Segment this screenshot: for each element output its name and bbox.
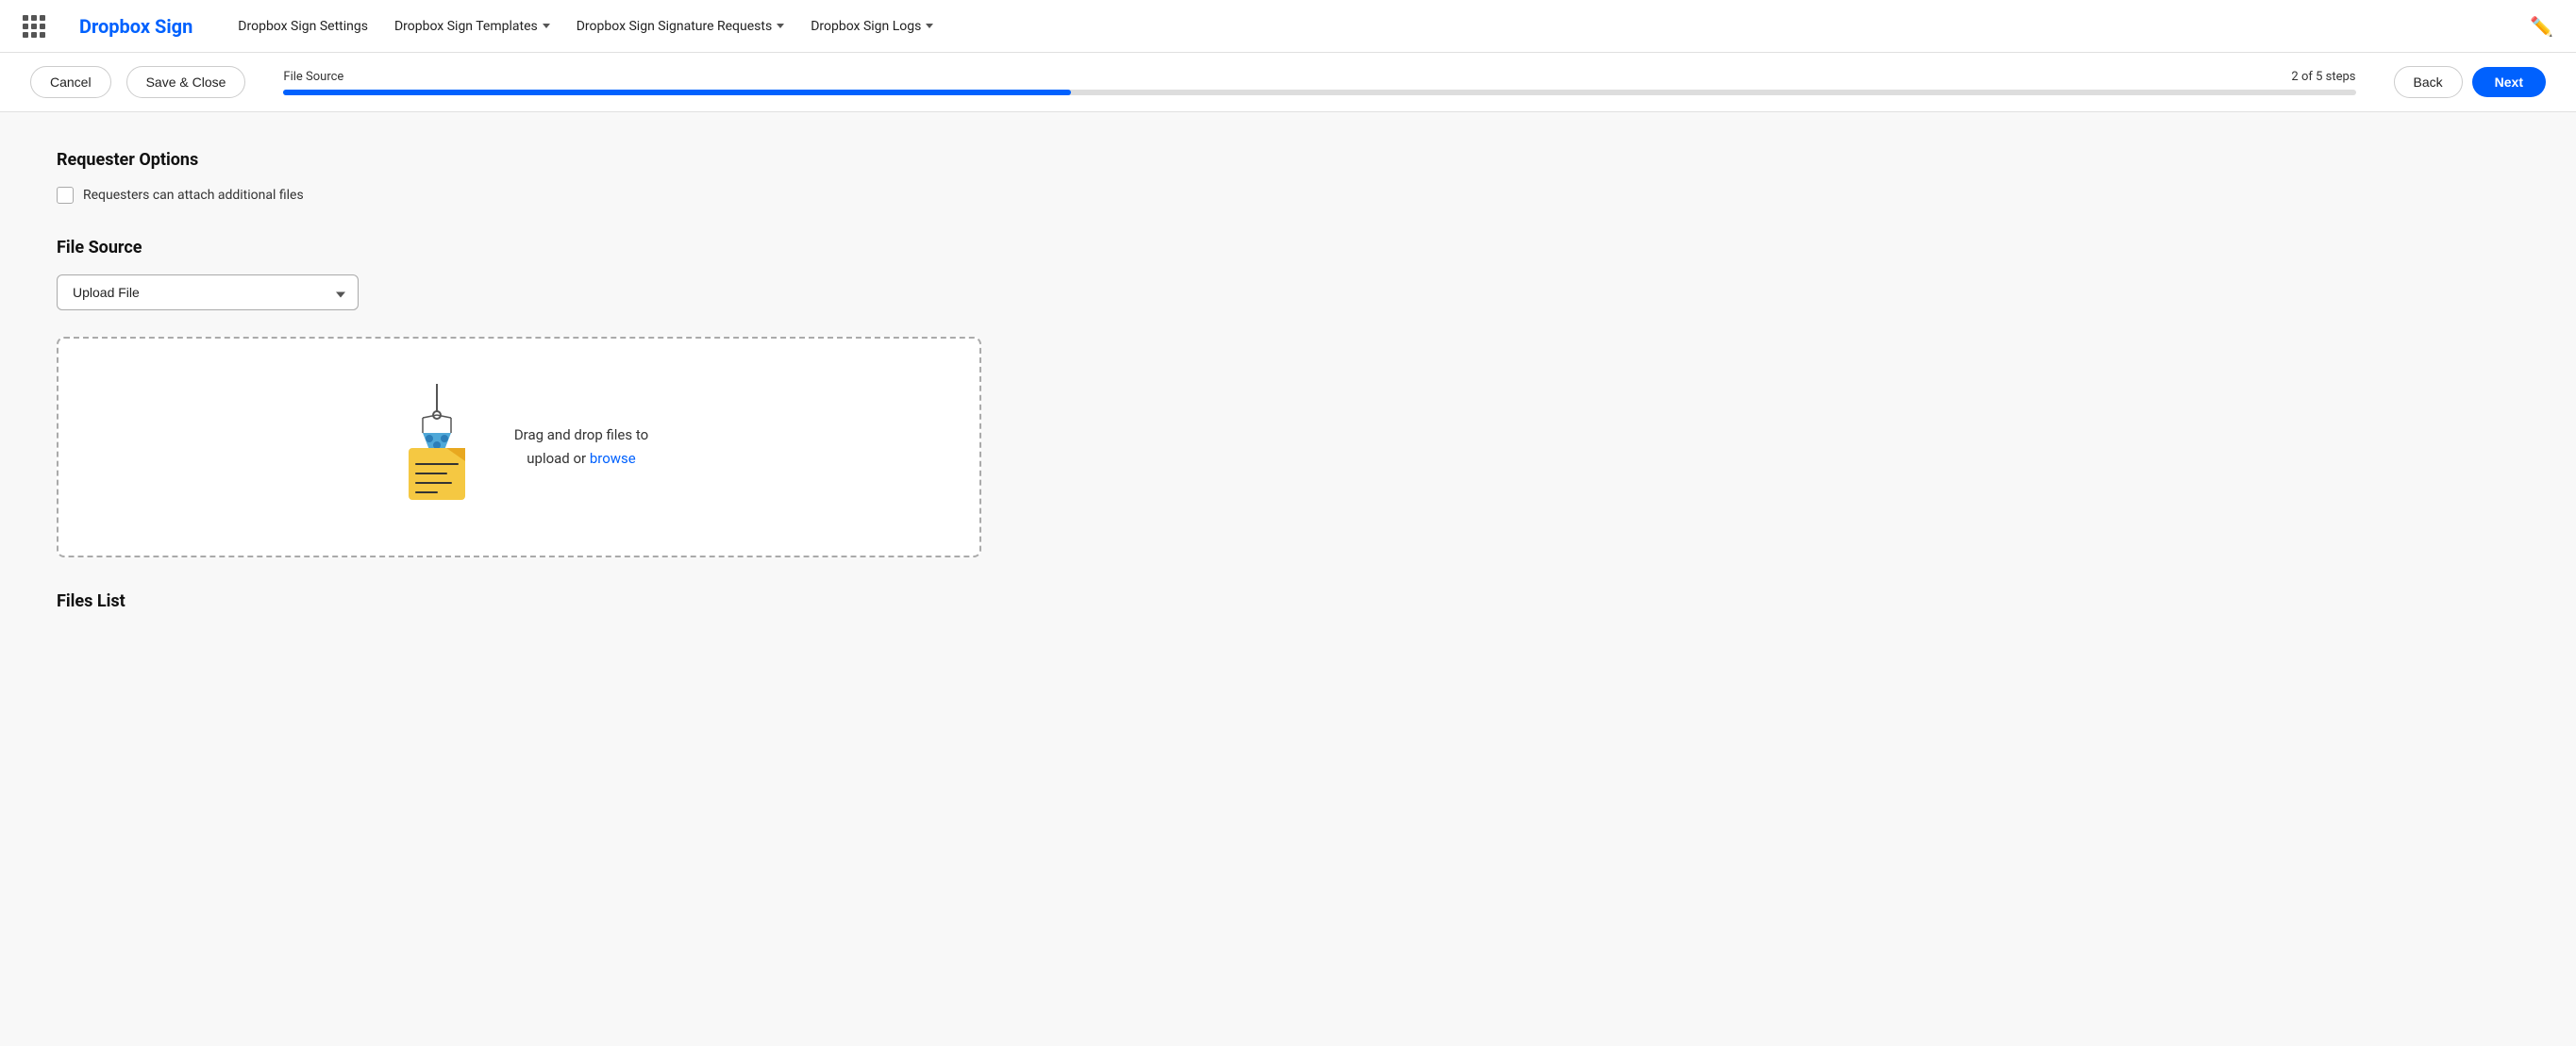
cancel-button[interactable]: Cancel	[30, 66, 111, 98]
progress-bar-fill	[283, 90, 1071, 95]
nav-signature-requests[interactable]: Dropbox Sign Signature Requests	[577, 19, 784, 34]
file-source-select[interactable]: Upload File From URL From Template	[57, 274, 359, 310]
file-source-title: File Source	[57, 238, 981, 257]
drop-zone[interactable]: Drag and drop files toupload or browse	[57, 337, 981, 557]
attach-files-checkbox[interactable]	[57, 187, 74, 204]
main-content: Requester Options Requesters can attach …	[0, 112, 1038, 649]
files-list-title: Files List	[57, 591, 981, 611]
chevron-down-icon	[926, 24, 933, 28]
top-nav: Dropbox Sign Dropbox Sign Settings Dropb…	[0, 0, 2576, 53]
nav-settings[interactable]: Dropbox Sign Settings	[238, 19, 368, 34]
progress-bar-background	[283, 90, 2355, 95]
progress-area: File Source 2 of 5 steps	[283, 70, 2355, 95]
nav-templates[interactable]: Dropbox Sign Templates	[394, 19, 550, 34]
progress-steps: 2 of 5 steps	[2291, 70, 2355, 84]
checkbox-label: Requesters can attach additional files	[83, 188, 304, 203]
nav-logs[interactable]: Dropbox Sign Logs	[811, 19, 933, 34]
save-close-button[interactable]: Save & Close	[126, 66, 246, 98]
chevron-down-icon	[543, 24, 550, 28]
next-button[interactable]: Next	[2472, 67, 2546, 97]
toolbar: Cancel Save & Close File Source 2 of 5 s…	[0, 53, 2576, 112]
drop-zone-illustration	[390, 384, 484, 510]
drop-zone-text: Drag and drop files toupload or browse	[514, 423, 648, 472]
edit-icon[interactable]: ✏️	[2530, 15, 2553, 38]
toolbar-right: Back Next	[2394, 66, 2546, 98]
progress-title: File Source	[283, 70, 343, 84]
progress-labels: File Source 2 of 5 steps	[283, 70, 2355, 84]
file-source-dropdown-wrap: Upload File From URL From Template	[57, 274, 359, 310]
requester-options-title: Requester Options	[57, 150, 981, 170]
app-logo: Dropbox Sign	[79, 15, 192, 38]
grid-icon[interactable]	[23, 15, 45, 38]
chevron-down-icon	[777, 24, 784, 28]
browse-link[interactable]: browse	[590, 450, 636, 467]
file-source-section: File Source Upload File From URL From Te…	[57, 238, 981, 557]
back-button[interactable]: Back	[2394, 66, 2463, 98]
nav-links: Dropbox Sign Settings Dropbox Sign Templ…	[238, 19, 2500, 34]
checkbox-row: Requesters can attach additional files	[57, 187, 981, 204]
